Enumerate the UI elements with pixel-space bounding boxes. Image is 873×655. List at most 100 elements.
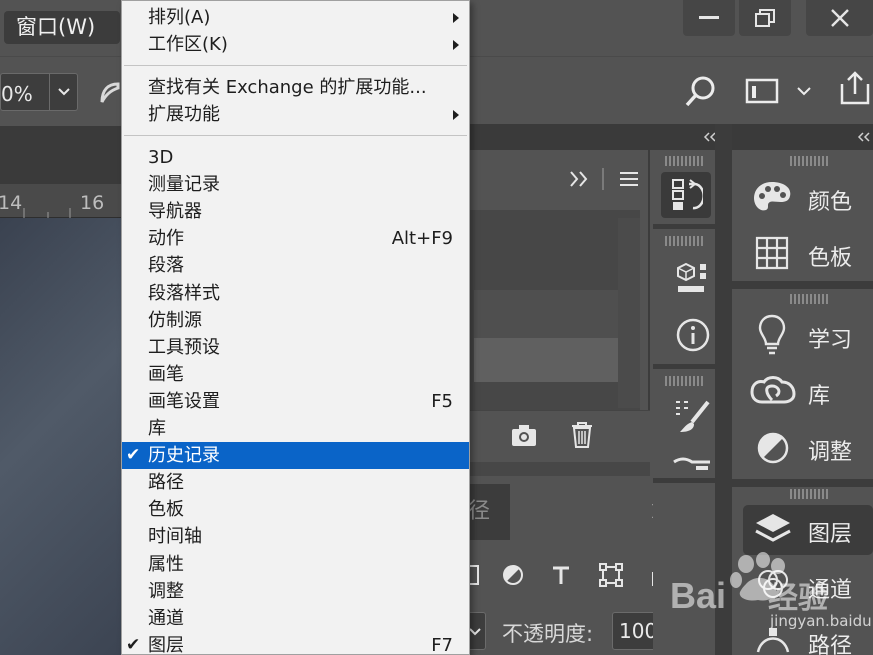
menu-item[interactable]: 排列(A) [122, 4, 469, 31]
workspace-icon[interactable] [745, 77, 779, 105]
creative-cloud-icon[interactable] [750, 374, 796, 408]
menu-item[interactable]: 路径 [122, 469, 469, 496]
window-menu-dropdown: 排列(A) 工作区(K) 查找有关 Exchange 的扩展功能... 扩展功能 3D 测… [121, 0, 470, 655]
menu-item-label: 动作 [148, 228, 184, 250]
panel-grip[interactable] [790, 156, 830, 166]
divider [602, 168, 604, 190]
panel-label-adjustments[interactable]: 调整 [808, 434, 852, 466]
menu-item[interactable]: 工具预设 [122, 334, 469, 361]
panel-dock-header [468, 124, 873, 150]
menu-item-shortcut: F7 [431, 634, 453, 655]
clone-source-icon[interactable] [670, 452, 712, 474]
close-icon [830, 9, 849, 27]
share-icon[interactable] [838, 70, 872, 106]
close-button[interactable] [806, 0, 873, 36]
shape-filter-icon[interactable] [598, 562, 624, 588]
3d-icon[interactable] [676, 262, 710, 296]
checkmark-icon: ✔ [126, 634, 141, 655]
panel-expand-icon[interactable] [568, 170, 590, 188]
menu-item[interactable]: 画笔 [122, 361, 469, 388]
panel-grip[interactable] [665, 236, 705, 246]
menu-item-label: 工作区(K) [148, 34, 228, 55]
menu-item-label: 扩展功能 [148, 104, 220, 125]
adjustments-icon[interactable] [757, 432, 789, 464]
history-panel-button[interactable] [661, 172, 711, 218]
menu-item-label: 查找有关 Exchange 的扩展功能... [148, 77, 427, 98]
menu-item[interactable]: 工作区(K) [122, 31, 469, 58]
history-state[interactable] [474, 338, 618, 382]
minimize-button[interactable] [683, 0, 735, 36]
checkmark-icon: ✔ [126, 445, 141, 466]
menu-item[interactable]: ✔ 图层 F7 [122, 632, 469, 655]
menu-item[interactable]: 扩展功能 [122, 101, 469, 128]
menu-item[interactable]: 属性 [122, 551, 469, 578]
panel-label-libraries[interactable]: 库 [808, 378, 830, 410]
menu-item-shortcut: F5 [431, 390, 453, 412]
panel-grip[interactable] [790, 489, 830, 499]
menu-item[interactable]: 动作 Alt+F9 [122, 225, 469, 252]
lightbulb-icon[interactable] [758, 314, 786, 356]
panel-label-learn[interactable]: 学习 [808, 322, 852, 354]
menu-item[interactable]: 导航器 [122, 198, 469, 225]
brush-presets-icon[interactable] [672, 398, 712, 436]
collapse-icon[interactable] [856, 132, 872, 142]
menu-item[interactable]: 调整 [122, 578, 469, 605]
camera-icon[interactable] [510, 423, 538, 447]
menu-item[interactable]: 库 [122, 415, 469, 442]
panel-grip[interactable] [665, 376, 705, 386]
panel-label-swatches[interactable]: 色板 [808, 240, 852, 272]
menu-item[interactable]: 时间轴 [122, 523, 469, 550]
menu-item-label: 画笔 [148, 363, 184, 385]
divider [732, 479, 873, 487]
history-icon [672, 179, 703, 210]
layers-icon[interactable] [754, 512, 792, 548]
chevron-down-icon [469, 628, 481, 636]
panel-grip[interactable] [790, 294, 830, 304]
panel-label-color[interactable]: 颜色 [808, 184, 852, 216]
minimize-icon [699, 16, 719, 19]
restore-button[interactable] [739, 0, 791, 36]
menu-item[interactable]: 测量记录 [122, 171, 469, 198]
panel-grip[interactable] [665, 156, 705, 166]
menu-item[interactable]: ✔ 历史记录 [122, 442, 469, 470]
divider [653, 224, 715, 229]
window-menu-button[interactable]: 窗口(W) [4, 11, 120, 44]
menu-item[interactable]: 段落样式 [122, 280, 469, 307]
adjustment-filter-icon[interactable] [502, 564, 524, 586]
chevron-down-icon [58, 88, 70, 96]
menu-item-label: 调整 [148, 580, 184, 602]
document-tab-bar [0, 126, 122, 184]
swatches-icon[interactable] [755, 236, 789, 270]
menu-item[interactable]: 色板 [122, 496, 469, 523]
panel-menu-icon[interactable] [618, 170, 640, 188]
zoom-dropdown[interactable] [49, 74, 78, 110]
palette-icon[interactable] [752, 180, 792, 214]
divider [653, 364, 715, 369]
history-footer [468, 410, 650, 462]
svg-text:经验: 经验 [768, 581, 828, 616]
menu-item[interactable]: 仿制源 [122, 307, 469, 334]
feather-icon[interactable] [98, 80, 122, 106]
chevron-down-icon[interactable] [796, 86, 812, 98]
history-state[interactable] [474, 290, 618, 338]
menu-item-label: 库 [148, 418, 166, 439]
zoom-field[interactable]: 0% [0, 73, 78, 111]
document-canvas[interactable] [0, 218, 122, 655]
scrollbar[interactable] [618, 218, 640, 408]
search-icon[interactable] [684, 74, 718, 108]
panel-bottom-edge [468, 462, 650, 476]
info-icon[interactable] [676, 318, 710, 352]
menu-item[interactable]: 3D [122, 144, 469, 171]
menu-item-label: 工具预设 [148, 336, 220, 358]
menu-item[interactable]: 段落 [122, 252, 469, 279]
menu-item[interactable]: 通道 [122, 605, 469, 632]
panel-label-layers[interactable]: 图层 [808, 516, 852, 548]
type-filter-icon[interactable] [550, 564, 572, 586]
menu-item-label: 图层 [148, 634, 184, 655]
menu-item[interactable]: 查找有关 Exchange 的扩展功能... [122, 74, 469, 101]
menu-item[interactable]: 画笔设置 F5 [122, 388, 469, 415]
trash-icon[interactable] [570, 421, 594, 449]
watermark-text: jingyan.baidu.com [770, 612, 873, 630]
menu-item-label: 导航器 [148, 201, 202, 223]
tab-paths[interactable]: 径 [468, 484, 510, 540]
